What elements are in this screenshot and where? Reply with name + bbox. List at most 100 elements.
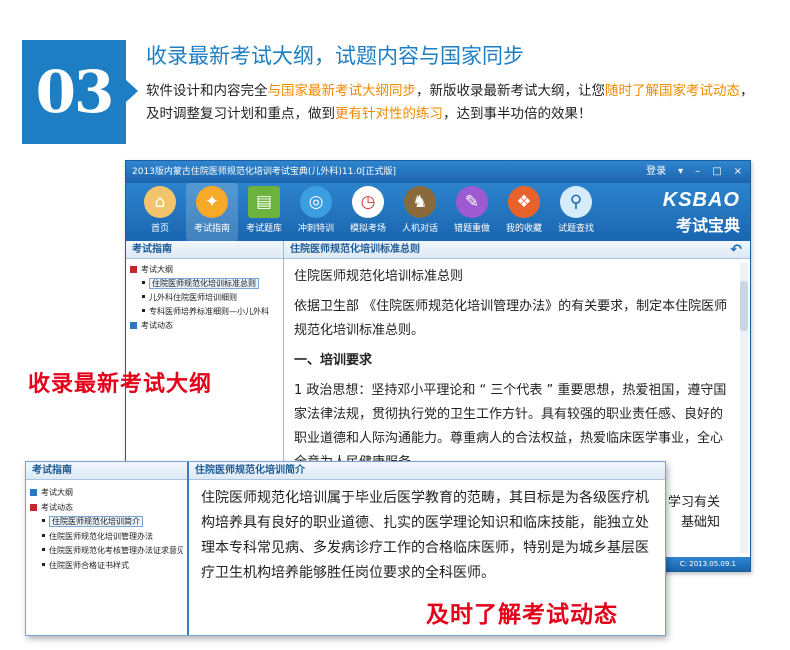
toolbar-sprint-training[interactable]: ◎ 冲刺特训 xyxy=(290,183,342,241)
promo-description: 软件设计和内容完全与国家最新考试大纲同步，新版收录最新考试大纲，让您随时了解国家… xyxy=(146,80,756,126)
content-peek-line: 学习有关 xyxy=(667,495,720,510)
content-paragraph: 依据卫生部 《住院医师规范化培训管理办法》的有关要求，制定本住院医师规范化培训标… xyxy=(294,299,728,338)
window-controls: 登录 ▾ – □ × xyxy=(646,161,742,183)
tree-item-assessment[interactable]: 住院医师规范化考核管理办法证求意见 xyxy=(30,544,183,559)
tree-item-intro[interactable]: 住院医师规范化培训简介 xyxy=(30,515,183,530)
toolbar-label: 冲刺特训 xyxy=(297,224,334,234)
toolbar-label: 人机对话 xyxy=(401,224,438,234)
chess-icon: ♞ xyxy=(404,186,436,218)
toolbar-label: 考试题库 xyxy=(245,224,282,234)
tree-label: 住院医师规范化考核管理办法证求意见 xyxy=(49,546,183,555)
toolbar-label: 首页 xyxy=(150,224,169,234)
menu-icon[interactable]: ▾ xyxy=(678,161,683,183)
content-body: 住院医师规范化培训标准总则 依据卫生部 《住院医师规范化培训管理办法》的有关要求… xyxy=(284,259,750,475)
content-peek-line: 基础知 xyxy=(680,515,720,530)
caption-outline: 收录最新考试大纲 xyxy=(28,372,213,397)
scrollbar-thumb[interactable] xyxy=(740,281,748,331)
content-peek: 学习有关 基础知 xyxy=(668,493,720,533)
toolbar-search[interactable]: ⚲ 试题查找 xyxy=(550,183,602,241)
toolbar-home[interactable]: ⌂ 首页 xyxy=(134,183,186,241)
collapse-icon[interactable] xyxy=(130,266,137,273)
bullet-icon xyxy=(142,281,145,284)
expand-icon[interactable] xyxy=(130,322,137,329)
tree-node-news[interactable]: 考试动态 xyxy=(30,501,183,516)
clock-icon: ◷ xyxy=(352,186,384,218)
tree-item-general-rules[interactable]: 住院医师规范化培训标准总则 xyxy=(130,277,279,291)
compass-icon: ✦ xyxy=(196,186,228,218)
promo-desc-highlight: 与国家最新考试大纲同步 xyxy=(267,83,417,99)
overlay-content-title: 住院医师规范化培训简介 xyxy=(189,462,665,480)
tree-label: 考试大纲 xyxy=(141,265,173,274)
collapse-icon[interactable] xyxy=(30,503,37,511)
promo-desc-part: 软件设计和内容完全 xyxy=(146,83,268,99)
tree-node-outline[interactable]: 考试大纲 xyxy=(130,263,279,277)
promo-desc-part: ，达到事半功倍的效果！ xyxy=(443,106,592,122)
expand-icon[interactable] xyxy=(30,489,37,496)
tree-label: 住院医师规范化培训简介 xyxy=(49,516,143,527)
overlay-sidebar-title: 考试指南 xyxy=(26,462,187,480)
toolbar-label: 我的收藏 xyxy=(505,224,542,234)
tree-label: 专科医师培养标准细则—小儿外科 xyxy=(149,307,269,316)
main-toolbar: ⌂ 首页 ✦ 考试指南 ▤ 考试题库 ◎ 冲刺特训 ◷ 模拟考场 ♞ 人机对话 … xyxy=(126,183,750,241)
books-icon: ▤ xyxy=(248,186,280,218)
bullet-icon xyxy=(42,562,45,566)
overlay-content-body: 住院医师规范化培训属于毕业后医学教育的范畴，其目标是为各级医疗机构培养具有良好的… xyxy=(201,490,649,581)
tree-label: 考试动态 xyxy=(41,502,73,512)
pencil-icon: ✎ xyxy=(456,186,488,218)
content-heading: 住院医师规范化培训标准总则 xyxy=(294,269,464,284)
tree-label: 住院医师规范化培训标准总则 xyxy=(149,278,259,289)
tree-node-outline[interactable]: 考试大纲 xyxy=(30,486,183,501)
tree-label: 住院医师合格证书样式 xyxy=(49,560,129,570)
window-titlebar: 2013版内蒙古住院医师规范化培训考试宝典(儿外科)11.0[正式版] 登录 ▾… xyxy=(126,161,750,183)
tree-label: 住院医师规范化培训管理办法 xyxy=(49,531,153,541)
bullet-icon xyxy=(42,533,45,537)
content-title: 住院医师规范化培训标准总则 xyxy=(284,241,750,259)
section-heading: 一、培训要求 xyxy=(294,353,373,368)
tree-label: 儿外科住院医师培训细则 xyxy=(149,293,237,302)
globe-icon: ◎ xyxy=(300,186,332,218)
tree-item-certificate[interactable]: 住院医师合格证书样式 xyxy=(30,559,183,574)
login-link[interactable]: 登录 xyxy=(646,161,666,183)
bullet-icon xyxy=(142,309,145,312)
caption-news: 及时了解考试动态 xyxy=(426,602,618,628)
minimize-icon[interactable]: – xyxy=(695,161,700,183)
tree-item-management[interactable]: 住院医师规范化培训管理办法 xyxy=(30,530,183,545)
toolbar-exam-guide[interactable]: ✦ 考试指南 xyxy=(186,183,238,241)
tree-item-pediatric-surgery[interactable]: 儿外科住院医师培训细则 xyxy=(130,291,279,305)
home-icon: ⌂ xyxy=(144,186,176,218)
brand-logo: KSBAO 考试宝典 xyxy=(663,189,740,236)
guide-tree: 考试大纲 住院医师规范化培训标准总则 儿外科住院医师培训细则 专科医师培养标准细… xyxy=(126,259,283,337)
tree-label: 考试大纲 xyxy=(41,488,73,497)
toolbar-question-bank[interactable]: ▤ 考试题库 xyxy=(238,183,290,241)
toolbar-label: 考试指南 xyxy=(193,224,230,234)
toolbar-label: 错题重做 xyxy=(453,224,490,234)
overlay-tree: 考试大纲 考试动态 住院医师规范化培训简介 住院医师规范化培训管理办法 住院医师… xyxy=(26,480,187,577)
bullet-icon xyxy=(142,295,145,298)
toolbar-dialogue[interactable]: ♞ 人机对话 xyxy=(394,183,446,241)
promo-title: 收录最新考试大纲，试题内容与国家同步 xyxy=(146,44,524,68)
step-number-badge: 03 xyxy=(22,40,138,144)
tree-item-specialist-standard[interactable]: 专科医师培养标准细则—小儿外科 xyxy=(130,305,279,319)
sidebar-title: 考试指南 xyxy=(126,241,283,259)
brand-name: KSBAO xyxy=(662,189,740,211)
toolbar-redo-errors[interactable]: ✎ 错题重做 xyxy=(446,183,498,241)
promo-desc-highlight: 随时了解国家考试动态 xyxy=(605,83,740,99)
bullet-icon xyxy=(42,548,45,551)
brand-subtitle: 考试宝典 xyxy=(675,216,740,235)
magnifier-icon: ⚲ xyxy=(560,186,592,218)
maximize-icon[interactable]: □ xyxy=(712,161,721,183)
promo-desc-part: ，新版收录最新考试大纲，让您 xyxy=(416,83,605,99)
overlay-sidebar: 考试指南 考试大纲 考试动态 住院医师规范化培训简介 住院医师规范化培训管理办法… xyxy=(26,462,189,635)
toolbar-label: 模拟考场 xyxy=(349,224,386,234)
tree-node-news[interactable]: 考试动态 xyxy=(130,319,279,333)
version-text: C: 2013.05.09.1 xyxy=(679,560,736,568)
window-title: 2013版内蒙古住院医师规范化培训考试宝典(儿外科)11.0[正式版] xyxy=(132,167,396,177)
toolbar-mock-exam[interactable]: ◷ 模拟考场 xyxy=(342,183,394,241)
bullet-icon xyxy=(42,519,45,522)
tree-label: 考试动态 xyxy=(141,321,173,330)
toolbar-favorites[interactable]: ❖ 我的收藏 xyxy=(498,183,550,241)
treasure-icon: ❖ xyxy=(508,186,540,218)
back-arrow-icon[interactable]: ↶ xyxy=(730,242,742,258)
promo-desc-highlight: 更有针对性的练习 xyxy=(335,106,443,122)
close-icon[interactable]: × xyxy=(734,161,742,183)
